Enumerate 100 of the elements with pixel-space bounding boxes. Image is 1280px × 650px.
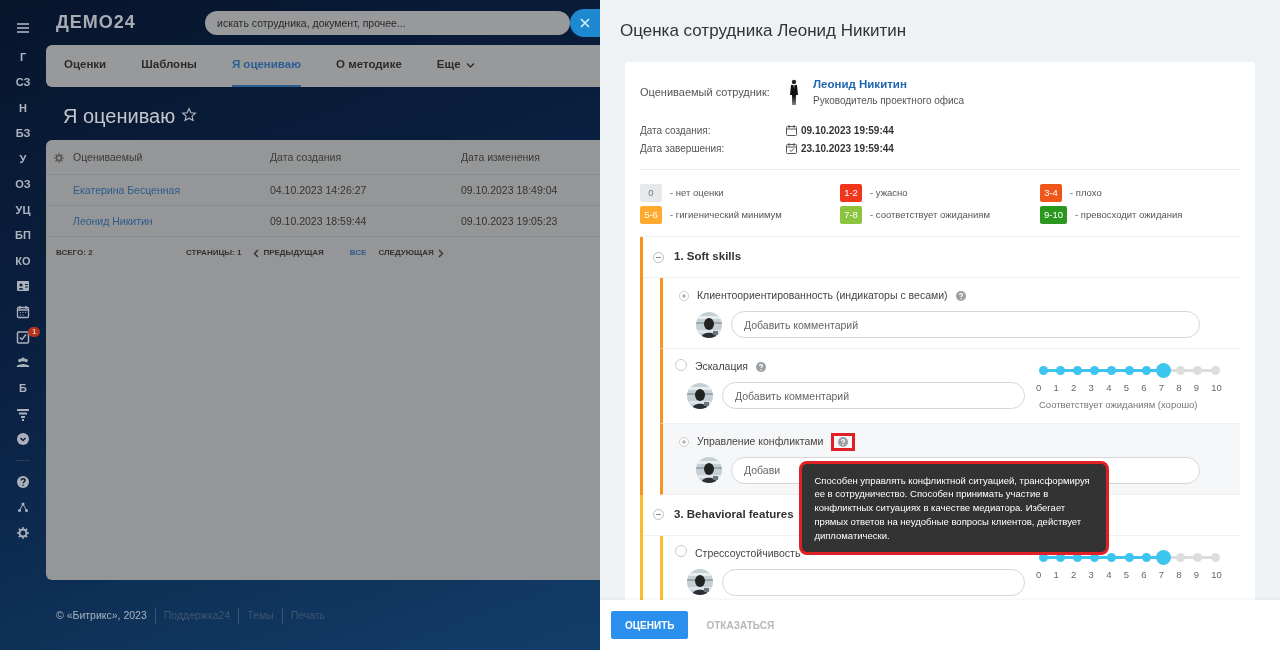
score-badge: 5-6 — [640, 205, 662, 225]
employee-link[interactable]: Леонид Никитин — [813, 75, 965, 94]
column-header[interactable]: Дата создания — [270, 150, 342, 163]
comment-field[interactable]: Добавить комментарий — [722, 382, 1025, 409]
legend-label: - нет оценки — [670, 185, 724, 200]
tick-label: 7 — [1158, 381, 1164, 395]
next-page-link[interactable]: СЛЕДУЮЩАЯ — [378, 247, 444, 259]
sidebar-item[interactable]: Б — [19, 375, 27, 401]
people-icon[interactable] — [16, 355, 30, 370]
score-badge: 0 — [640, 183, 662, 203]
close-button[interactable] — [570, 8, 600, 37]
tooltip: Способен управлять конфликтной ситуацией, трансформируя ее в сотрудничество. Способен принимать участие в конфликтных ситуациях в качестве медиатора. Избегает прямых ответов на неудобные вопросы клиентов, действует дипломатически. — [799, 460, 1110, 556]
prev-page-link[interactable]: ПРЕДЫДУЩАЯ — [253, 247, 324, 259]
legend-label: - ужасно — [870, 185, 908, 200]
tick-label: 9 — [1193, 381, 1200, 395]
radio-button[interactable] — [675, 545, 687, 557]
section-title: 3. Behavioral features — [674, 506, 794, 522]
help-icon[interactable] — [16, 474, 30, 489]
copyright-text: © «Битрикс», 2023 — [56, 608, 147, 624]
sidebar-item[interactable]: СЗ — [15, 69, 31, 95]
sidebar-item[interactable]: УЦ — [15, 197, 31, 223]
tab[interactable]: Шаблоны — [141, 45, 197, 87]
page-title: Я оцениваю — [63, 104, 176, 129]
star-icon[interactable] — [181, 107, 198, 123]
notification-badge: 1 — [28, 326, 41, 337]
chevron-circle-icon[interactable] — [16, 432, 30, 447]
rating-slider[interactable] — [1039, 548, 1219, 565]
collapse-icon[interactable] — [653, 509, 664, 520]
collapse-icon[interactable] — [653, 251, 664, 263]
criterion-title: Эскалация — [695, 359, 748, 375]
date-value: 09.10.2023 19:59:44 — [801, 123, 894, 138]
sidebar-item[interactable]: Н — [19, 95, 27, 121]
sidebar-item[interactable]: КО — [15, 248, 31, 274]
criterion-title: Клиентоориентированность (индикаторы с весами) — [697, 288, 948, 304]
calendar-icon[interactable] — [16, 304, 30, 319]
column-header[interactable]: Оцениваемый — [73, 150, 143, 163]
legend-label: - плохо — [1070, 185, 1102, 200]
tick-label: 2 — [1071, 567, 1077, 582]
tab[interactable]: О методике — [336, 45, 402, 87]
tick-label: 6 — [1141, 381, 1147, 395]
tab[interactable]: Оценки — [64, 45, 107, 87]
settings-icon[interactable] — [16, 525, 30, 540]
criterion-title: Управление конфликтами — [697, 433, 824, 449]
criterion-title: Стрессоустойчивость — [695, 545, 801, 561]
legend-label: - гигиенический минимум — [670, 207, 782, 222]
rating-slider[interactable] — [1039, 362, 1219, 378]
caret-icon — [465, 61, 475, 69]
sidebar-item[interactable]: У — [19, 146, 27, 172]
tab[interactable]: Еще — [436, 45, 475, 87]
tick-label: 10 — [1211, 381, 1222, 395]
field-label: Оцениваемый сотрудник: — [640, 84, 771, 100]
table-cell: 09.10.2023 18:59:44 — [270, 214, 367, 227]
panel-title: Оценка сотрудника Леонид Никитин — [619, 20, 908, 42]
tick-label: 4 — [1106, 567, 1112, 582]
score-badge: 7-8 — [840, 205, 862, 225]
comment-field[interactable]: Добавить комментарий — [731, 311, 1200, 338]
employee-position: Руководитель проектного офиса — [813, 94, 965, 109]
field-label: Дата завершения: — [640, 141, 726, 156]
tick-label: 2 — [1071, 381, 1077, 395]
tick-label: 10 — [1211, 567, 1222, 582]
total-count: ВСЕГО: 2 — [56, 247, 94, 259]
legend-label: - превосходит ожидания — [1075, 207, 1183, 222]
column-header[interactable]: Дата изменения — [461, 150, 540, 163]
chevron-left-icon — [253, 248, 260, 258]
menu-icon[interactable] — [16, 22, 30, 34]
tick-label: 3 — [1088, 567, 1094, 582]
filter-icon[interactable] — [16, 406, 30, 421]
contact-card-icon[interactable] — [16, 279, 30, 294]
tick-label: 6 — [1141, 567, 1147, 582]
tick-label: 7 — [1158, 567, 1164, 582]
score-badge: 9-10 — [1040, 205, 1067, 225]
close-icon — [580, 17, 591, 28]
calendar-icon — [786, 142, 797, 154]
calendar-icon — [786, 124, 797, 136]
page-count: СТРАНИЦЫ: 1 — [186, 247, 242, 259]
table-cell: 09.10.2023 19:05:23 — [461, 214, 558, 227]
tick-label: 8 — [1176, 567, 1182, 582]
tick-label: 1 — [1053, 381, 1059, 395]
chevron-right-icon — [437, 248, 444, 258]
score-badge: 3-4 — [1040, 183, 1062, 203]
submit-button[interactable]: ОЦЕНИТЬ — [611, 611, 689, 639]
tick-label: 4 — [1106, 381, 1112, 395]
sidebar-item[interactable]: БЗ — [15, 120, 31, 146]
sidebar-item[interactable]: БП — [15, 222, 31, 248]
table-cell: 09.10.2023 18:49:04 — [461, 183, 558, 196]
radio-button[interactable] — [675, 358, 687, 371]
comment-field[interactable] — [722, 568, 1025, 596]
sidebar-item[interactable]: Г — [19, 44, 27, 70]
legend-label: - соответствует ожиданиям — [870, 207, 990, 222]
tick-label: 0 — [1036, 567, 1042, 582]
network-icon[interactable] — [16, 500, 30, 515]
score-badge: 1-2 — [840, 183, 862, 203]
section-title: 1. Soft skills — [674, 249, 742, 265]
tick-label: 3 — [1088, 381, 1094, 395]
task-checkbox-icon[interactable] — [16, 330, 30, 345]
search-field[interactable]: искать сотрудника, документ, прочее... — [205, 10, 571, 35]
sidebar-item[interactable]: ОЗ — [15, 171, 31, 197]
field-label: Дата создания: — [640, 123, 712, 138]
logo[interactable]: ДЕМО24 — [56, 9, 206, 36]
tick-label: 9 — [1193, 567, 1200, 582]
